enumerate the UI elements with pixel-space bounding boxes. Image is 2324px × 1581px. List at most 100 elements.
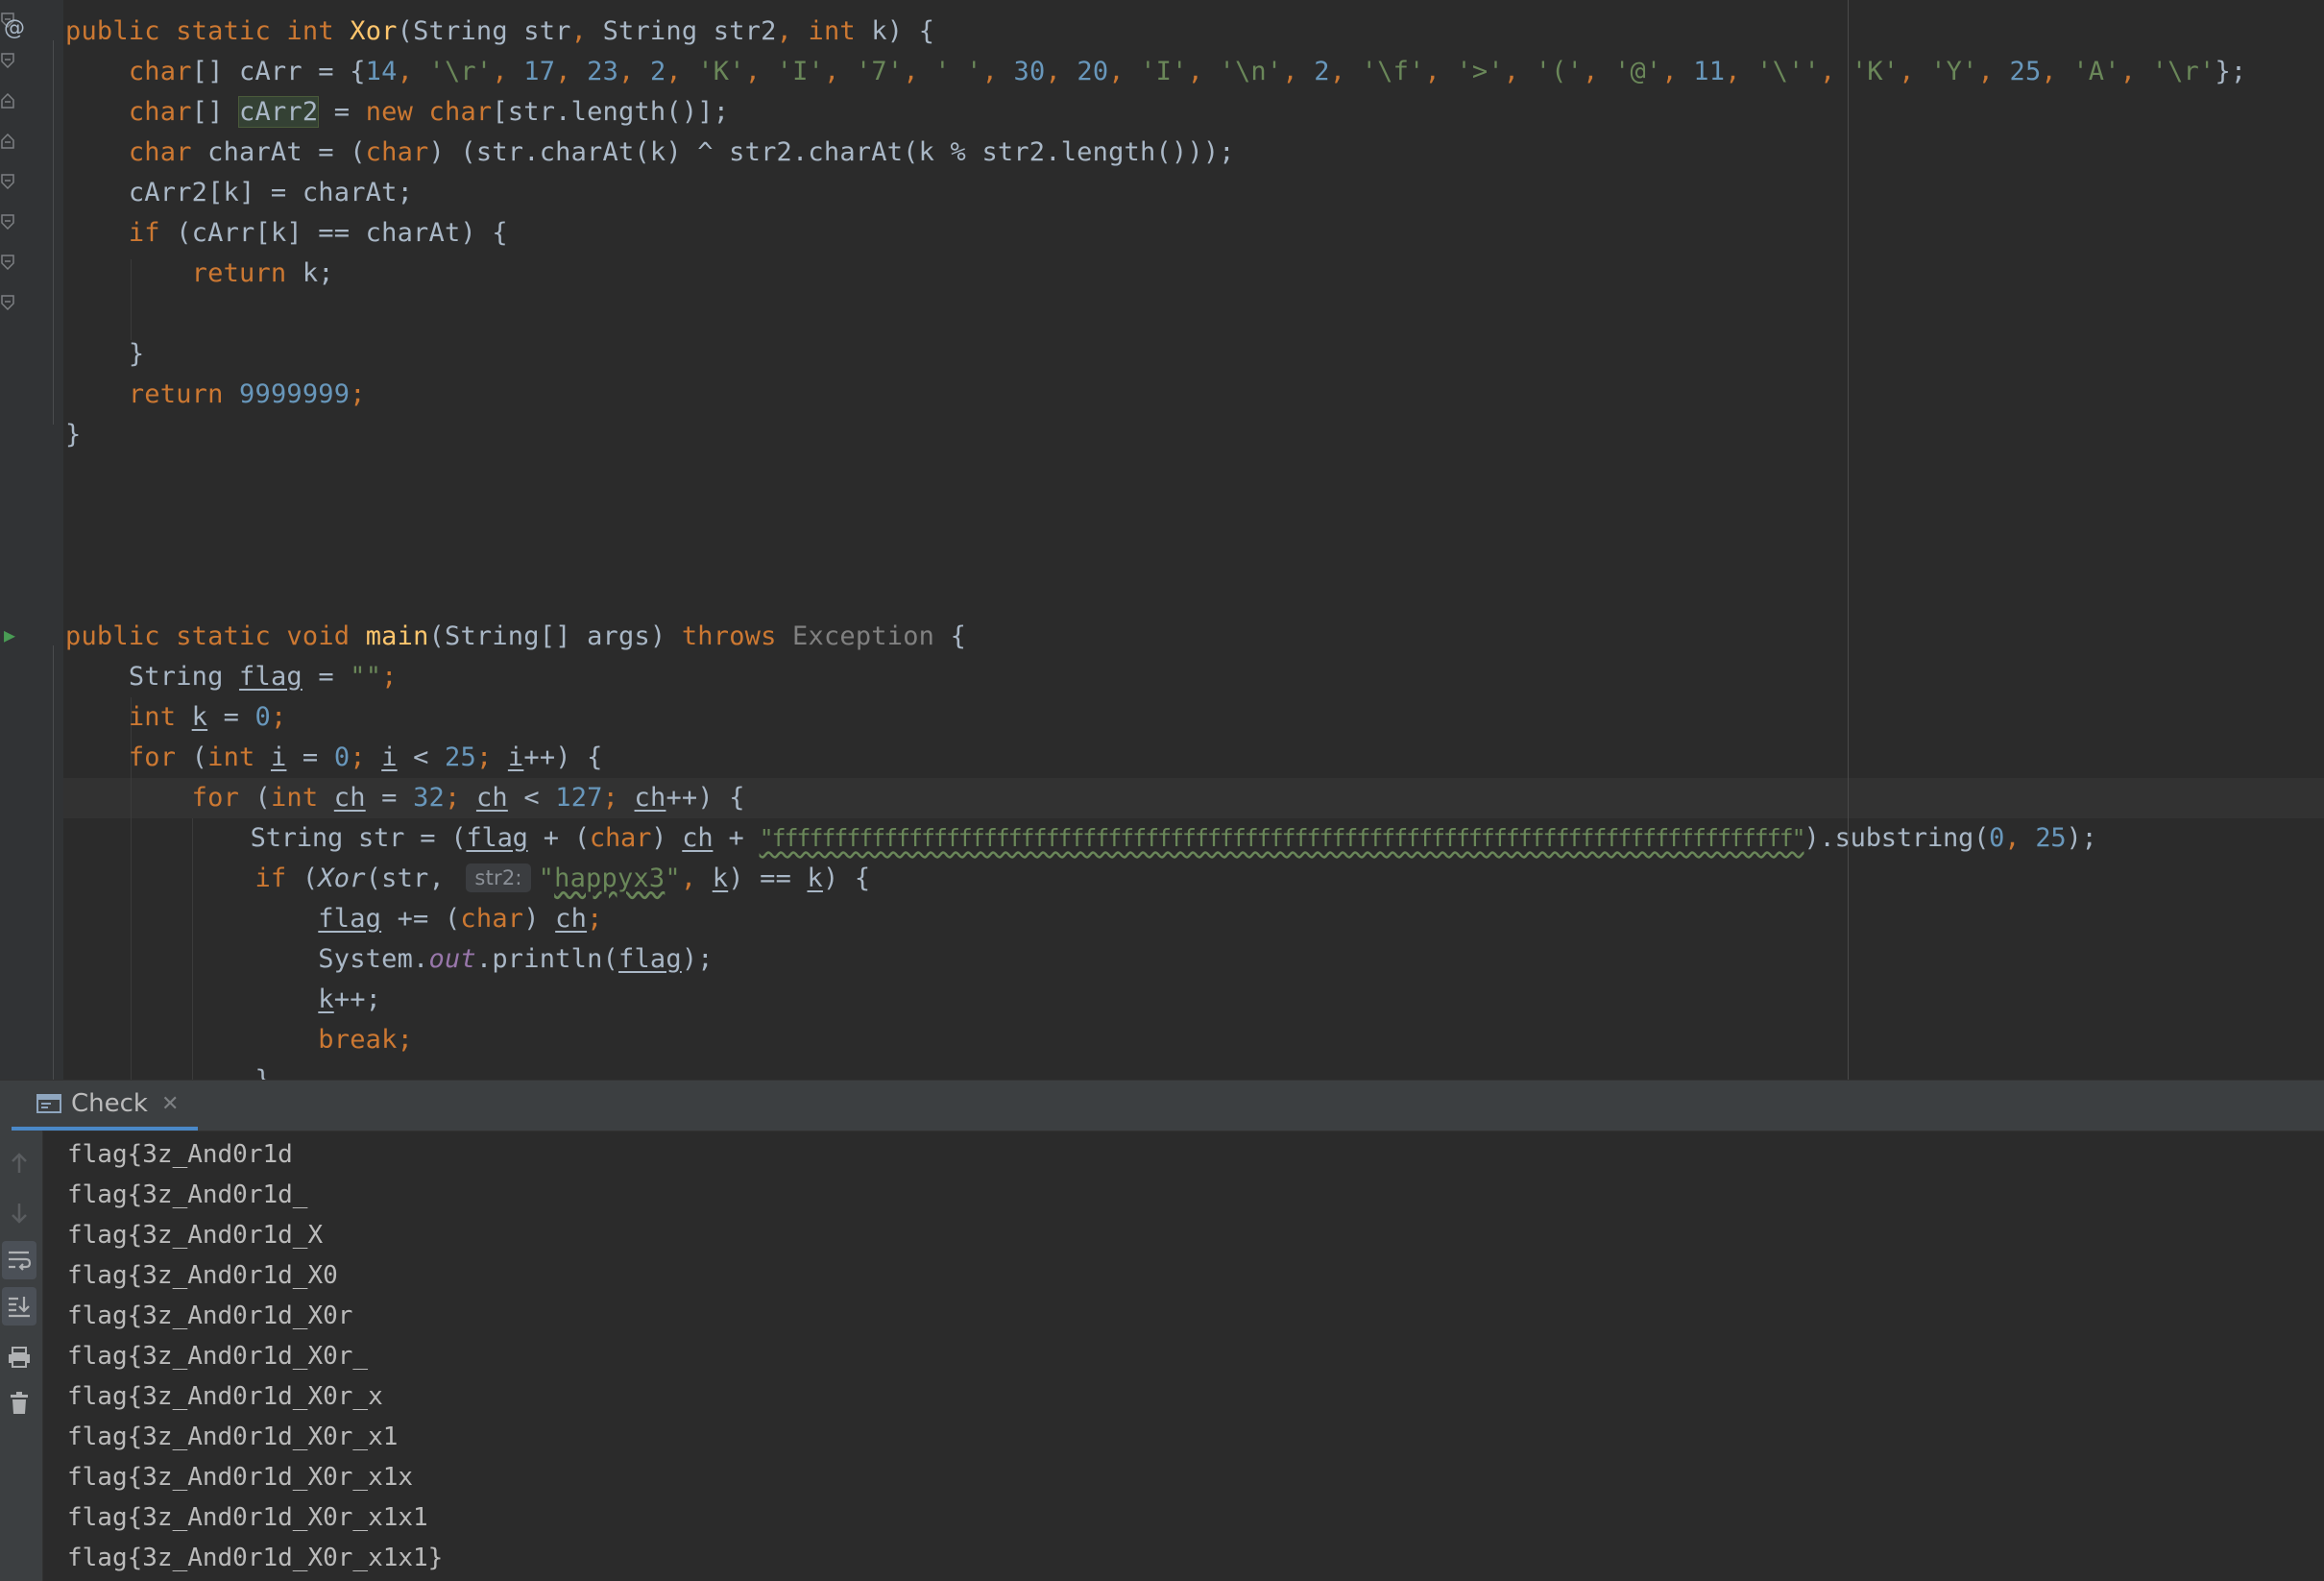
fold-end-icon[interactable] (0, 121, 15, 161)
char-literal: '\n' (1219, 57, 1283, 86)
console-line: flag{3z_And0r1d_X0r_x (67, 1382, 383, 1411)
editor-gutter: @ ▶ (0, 0, 63, 1080)
keyword: public (65, 621, 160, 651)
punct: , (1187, 57, 1220, 86)
code-text: charAt = ( (191, 137, 366, 167)
code-line[interactable]: if (Xor(str, str2: "happyx3", k) == k) { (65, 859, 870, 899)
code-line[interactable]: String str = (flag + (char) ch + "ffffff… (65, 818, 2097, 859)
arrow-up-icon[interactable] (2, 1144, 36, 1182)
override-icon[interactable]: @ (4, 9, 25, 49)
code-text: = (286, 742, 334, 772)
code-text: ++) { (666, 783, 745, 813)
keyword: int (128, 702, 177, 732)
console-line: flag{3z_And0r1d_X0r_ (67, 1342, 369, 1371)
punct: , (570, 16, 588, 46)
code-text: ); (681, 944, 714, 974)
code-line[interactable]: k++; (65, 980, 381, 1020)
code-line[interactable]: public static void main(String[] args) t… (65, 617, 966, 657)
keyword: int (207, 742, 255, 772)
console-line: flag{3z_And0r1d_X0r (67, 1301, 353, 1330)
code-text: k; (286, 258, 334, 288)
code-text: + ( (527, 823, 590, 853)
punct: ; (475, 742, 508, 772)
code-text: String str = ( (250, 823, 467, 853)
code-line[interactable]: char[] cArr2 = new char[str.length()]; (65, 92, 729, 133)
string-literal: " (665, 863, 681, 893)
code-text: [] (191, 97, 240, 127)
console-toolbar (0, 1131, 43, 1581)
keyword: for (191, 783, 240, 813)
code-editor[interactable]: @ ▶ public static int Xor(String str, St… (0, 0, 2324, 1080)
char-literal: '\r' (428, 57, 493, 86)
fold-end-icon[interactable] (0, 81, 15, 121)
variable: k (807, 863, 823, 893)
code-text: (String[] args) (428, 621, 682, 651)
soft-wrap-icon[interactable] (2, 1241, 36, 1279)
trash-icon[interactable] (2, 1384, 36, 1423)
keyword: char (128, 97, 192, 127)
code-line[interactable]: break; (65, 1020, 413, 1060)
code-line[interactable]: return k; (65, 254, 334, 294)
method-call: Xor (318, 863, 366, 893)
keyword: void (286, 621, 351, 651)
variable: ch (475, 783, 508, 813)
fold-collapse-icon[interactable] (0, 161, 15, 202)
code-line[interactable]: for (int i = 0; i < 25; i++) { (65, 738, 603, 778)
punct: , (492, 57, 524, 86)
code-line[interactable]: flag += (char) ch; (65, 899, 603, 939)
print-icon[interactable] (2, 1338, 36, 1376)
fold-collapse-icon[interactable] (0, 242, 15, 282)
keyword: throws (681, 621, 777, 651)
console-line: flag{3z_And0r1d_X (67, 1221, 324, 1250)
code-text: ) { (822, 863, 871, 893)
char-literal: '>' (1456, 57, 1504, 86)
code-line[interactable]: System.out.println(flag); (65, 939, 714, 980)
code-line[interactable]: } (65, 1060, 271, 1080)
keyword: return (191, 258, 287, 288)
keyword: int (286, 16, 334, 46)
char-literal: 'Y' (1930, 57, 1978, 86)
punct: , (1583, 57, 1614, 86)
code-line[interactable]: } (65, 415, 81, 455)
keyword: if (254, 863, 287, 893)
scroll-to-end-icon[interactable] (2, 1287, 36, 1326)
parameter-hint: str2: (466, 863, 531, 892)
code-line[interactable]: char charAt = (char) (str.charAt(k) ^ st… (65, 133, 1235, 173)
punct: ; (602, 783, 635, 813)
code-text: = (302, 662, 351, 692)
keyword: char (589, 823, 652, 853)
fold-collapse-icon[interactable] (0, 202, 15, 242)
number-literal: 9999999 (239, 379, 351, 409)
string-literal: happyx3 (554, 863, 666, 893)
close-icon[interactable]: ✕ (161, 1092, 179, 1116)
code-line[interactable]: char[] cArr = {14, '\r', 17, 23, 2, 'K',… (65, 52, 2246, 92)
code-line[interactable]: String flag = ""; (65, 657, 398, 697)
number-literal: 32 (413, 783, 446, 813)
string-literal: "" (350, 662, 382, 692)
method-name: Xor (350, 16, 398, 46)
punct: , (903, 57, 935, 86)
number-literal: 127 (555, 783, 603, 813)
code-line[interactable]: cArr2[k] = charAt; (65, 173, 413, 213)
code-line[interactable]: return 9999999; (65, 375, 366, 415)
fold-guide (53, 40, 54, 425)
code-line[interactable]: if (cArr[k] == charAt) { (65, 213, 508, 254)
code-line[interactable]: int k = 0; (65, 697, 286, 738)
code-text: + (713, 823, 760, 853)
code-line[interactable]: public static int Xor(String str, String… (65, 12, 934, 52)
punct: , (776, 16, 793, 46)
code-line[interactable]: for (int ch = 32; ch < 127; ch++) { (65, 778, 745, 818)
console-output[interactable]: flag{3z_And0r1d flag{3z_And0r1d_ flag{3z_A… (67, 1134, 443, 1578)
tab-check[interactable]: Check ✕ (12, 1081, 198, 1131)
arrow-down-icon[interactable] (2, 1194, 36, 1232)
code-line[interactable]: } (65, 334, 144, 375)
fold-collapse-icon[interactable] (0, 282, 15, 323)
number-literal: 2 (1314, 57, 1330, 86)
run-icon[interactable]: ▶ (4, 615, 15, 655)
punct: , (824, 57, 856, 86)
number-literal: 0 (254, 702, 271, 732)
code-text: ( (176, 742, 208, 772)
number-literal: 14 (365, 57, 398, 86)
